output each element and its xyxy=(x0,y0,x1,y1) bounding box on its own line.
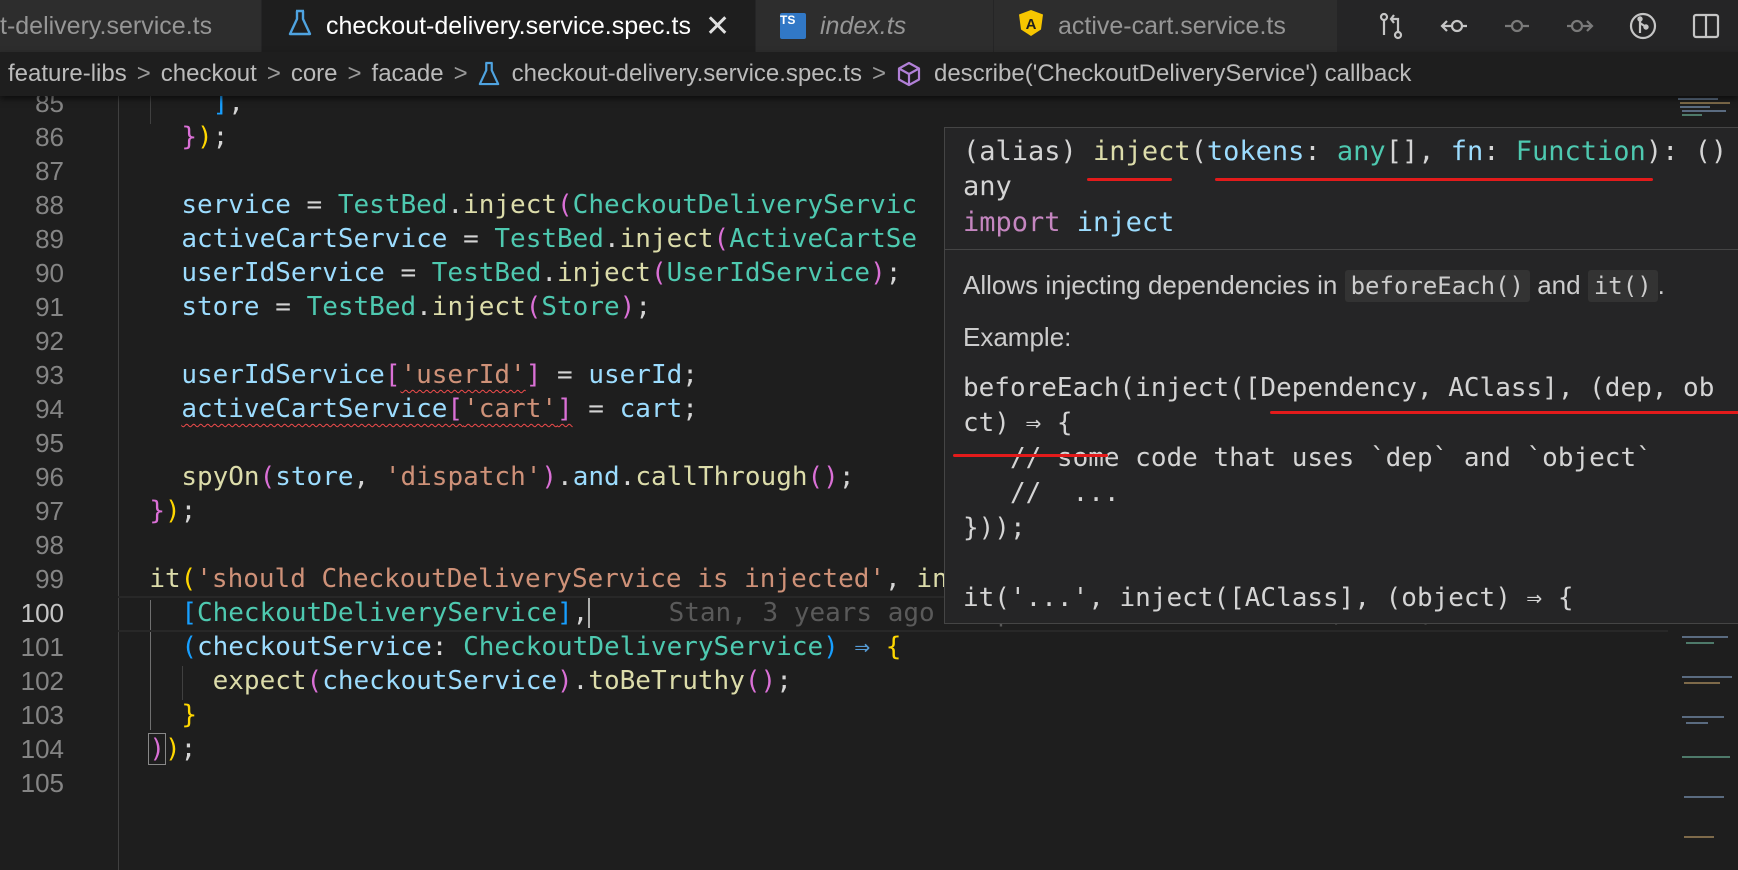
breadcrumb-item-symbol[interactable]: describe('CheckoutDeliveryService') call… xyxy=(896,60,1411,88)
close-icon[interactable]: ✕ xyxy=(705,9,730,44)
hover-example-line: // some code that uses `dep` and `object… xyxy=(963,443,1652,473)
code-line: store = TestBed.inject(Store); xyxy=(181,292,651,322)
line-number: 101 xyxy=(20,632,64,662)
annotation-underline xyxy=(1087,178,1172,181)
editor-actions xyxy=(1373,0,1738,52)
code-line: )); xyxy=(148,733,197,765)
line-number: 99 xyxy=(35,564,64,594)
line-number-current: 100 xyxy=(20,598,64,628)
line-number: 91 xyxy=(35,292,64,322)
line-number: 103 xyxy=(20,700,64,730)
flask-icon xyxy=(288,9,312,44)
breadcrumb-file-label: checkout-delivery.service.spec.ts xyxy=(511,60,862,87)
code-line: service = TestBed.inject(CheckoutDeliver… xyxy=(181,190,918,220)
tab-index-ts[interactable]: TS index.ts xyxy=(756,0,994,52)
hover-signature-line3: import inject xyxy=(963,207,1175,238)
line-number: 104 xyxy=(20,734,64,764)
annotation-underline xyxy=(1215,178,1653,181)
tab-label: t-delivery.service.ts xyxy=(0,11,213,40)
symbol-method-icon xyxy=(896,61,922,87)
git-graph-icon[interactable] xyxy=(1625,8,1661,44)
breadcrumb-item-checkout[interactable]: checkout xyxy=(161,60,257,88)
split-editor-icon[interactable] xyxy=(1688,8,1724,44)
code-line: }); xyxy=(181,122,229,152)
line-number: 86 xyxy=(35,122,64,152)
code-line: expect(checkoutService).toBeTruthy(); xyxy=(212,666,792,696)
code-line: activeCartService['cart'] = cart; xyxy=(181,394,698,424)
line-number: 90 xyxy=(35,258,64,288)
line-number: 93 xyxy=(35,360,64,390)
hover-signature-line2: any xyxy=(963,171,1012,202)
svg-text:A: A xyxy=(1026,16,1037,33)
annotation-underline xyxy=(953,454,1108,457)
breadcrumb-item-facade[interactable]: facade xyxy=(372,60,444,88)
line-number: 105 xyxy=(20,768,64,798)
line-number: 98 xyxy=(35,530,64,560)
hover-example-label: Example: xyxy=(963,322,1072,352)
code-line: spyOn(store, 'dispatch').and.callThrough… xyxy=(181,462,855,492)
annotation-underline xyxy=(1270,411,1738,414)
line-number: 88 xyxy=(35,190,64,220)
line-number: 89 xyxy=(35,224,64,254)
hover-divider xyxy=(945,249,1738,250)
source-control-compare-icon[interactable] xyxy=(1373,8,1409,44)
tab-label: active-cart.service.ts xyxy=(1058,11,1286,40)
code-line: activeCartService = TestBed.inject(Activ… xyxy=(181,224,918,254)
line-number: 94 xyxy=(35,394,64,424)
chevron-right-icon: > xyxy=(266,60,281,87)
code-line: userIdService = TestBed.inject(UserIdSer… xyxy=(181,258,902,288)
line-number: 87 xyxy=(35,156,64,186)
angular-icon: A xyxy=(1018,9,1044,44)
breadcrumb-item-feature-libs[interactable]: feature-libs xyxy=(8,60,127,88)
hover-signature-line1: (alias) inject(tokens: any[], fn: Functi… xyxy=(963,136,1728,167)
code-line: (checkoutService: CheckoutDeliveryServic… xyxy=(181,632,902,662)
hover-description: Allows injecting dependencies in beforeE… xyxy=(963,270,1665,302)
chevron-right-icon: > xyxy=(136,60,151,87)
timeline-icon[interactable] xyxy=(1499,8,1535,44)
hover-tooltip: (alias) inject(tokens: any[], fn: Functi… xyxy=(944,127,1738,624)
hover-example-line: // ... xyxy=(963,478,1120,508)
line-number: 102 xyxy=(20,666,64,696)
chevron-right-icon: > xyxy=(453,60,468,87)
hover-example-line: })); xyxy=(963,513,1026,543)
tab-checkout-delivery-service[interactable]: t-delivery.service.ts xyxy=(0,0,262,52)
breadcrumb-item-core[interactable]: core xyxy=(291,60,338,88)
line-number: 95 xyxy=(35,428,64,458)
tab-checkout-delivery-service-spec[interactable]: checkout-delivery.service.spec.ts ✕ xyxy=(262,0,756,52)
tab-active-cart-service[interactable]: A active-cart.service.ts xyxy=(994,0,1338,52)
tab-label: checkout-delivery.service.spec.ts xyxy=(326,11,691,40)
code-line: }); xyxy=(149,496,197,526)
code-line: it('should CheckoutDeliveryService is in… xyxy=(118,563,1027,595)
breadcrumb: feature-libs > checkout > core > facade … xyxy=(0,52,1738,96)
line-number: 97 xyxy=(35,496,64,526)
go-back-icon[interactable] xyxy=(1436,8,1472,44)
line-number: 92 xyxy=(35,326,64,356)
ts-icon: TS xyxy=(780,13,806,39)
tab-label: index.ts xyxy=(820,11,907,40)
hover-example-line: it('...', inject([AClass], (object) ⇒ { xyxy=(963,583,1574,613)
chevron-right-icon: > xyxy=(347,60,362,87)
go-forward-icon[interactable] xyxy=(1562,8,1598,44)
hover-example-line: ct) ⇒ { xyxy=(963,408,1073,438)
breadcrumb-item-file[interactable]: checkout-delivery.service.spec.ts xyxy=(478,60,862,88)
flask-icon xyxy=(478,61,500,87)
breadcrumb-symbol-label: describe('CheckoutDeliveryService') call… xyxy=(933,60,1412,87)
chevron-right-icon: > xyxy=(871,60,886,87)
hover-example-line: beforeEach(inject([Dependency, AClass], … xyxy=(963,373,1715,403)
code-line: } xyxy=(181,700,197,730)
code-line: userIdService['userId'] = userId; xyxy=(181,360,698,390)
editor-tab-bar: t-delivery.service.ts checkout-delivery.… xyxy=(0,0,1738,53)
line-number: 96 xyxy=(35,462,64,492)
